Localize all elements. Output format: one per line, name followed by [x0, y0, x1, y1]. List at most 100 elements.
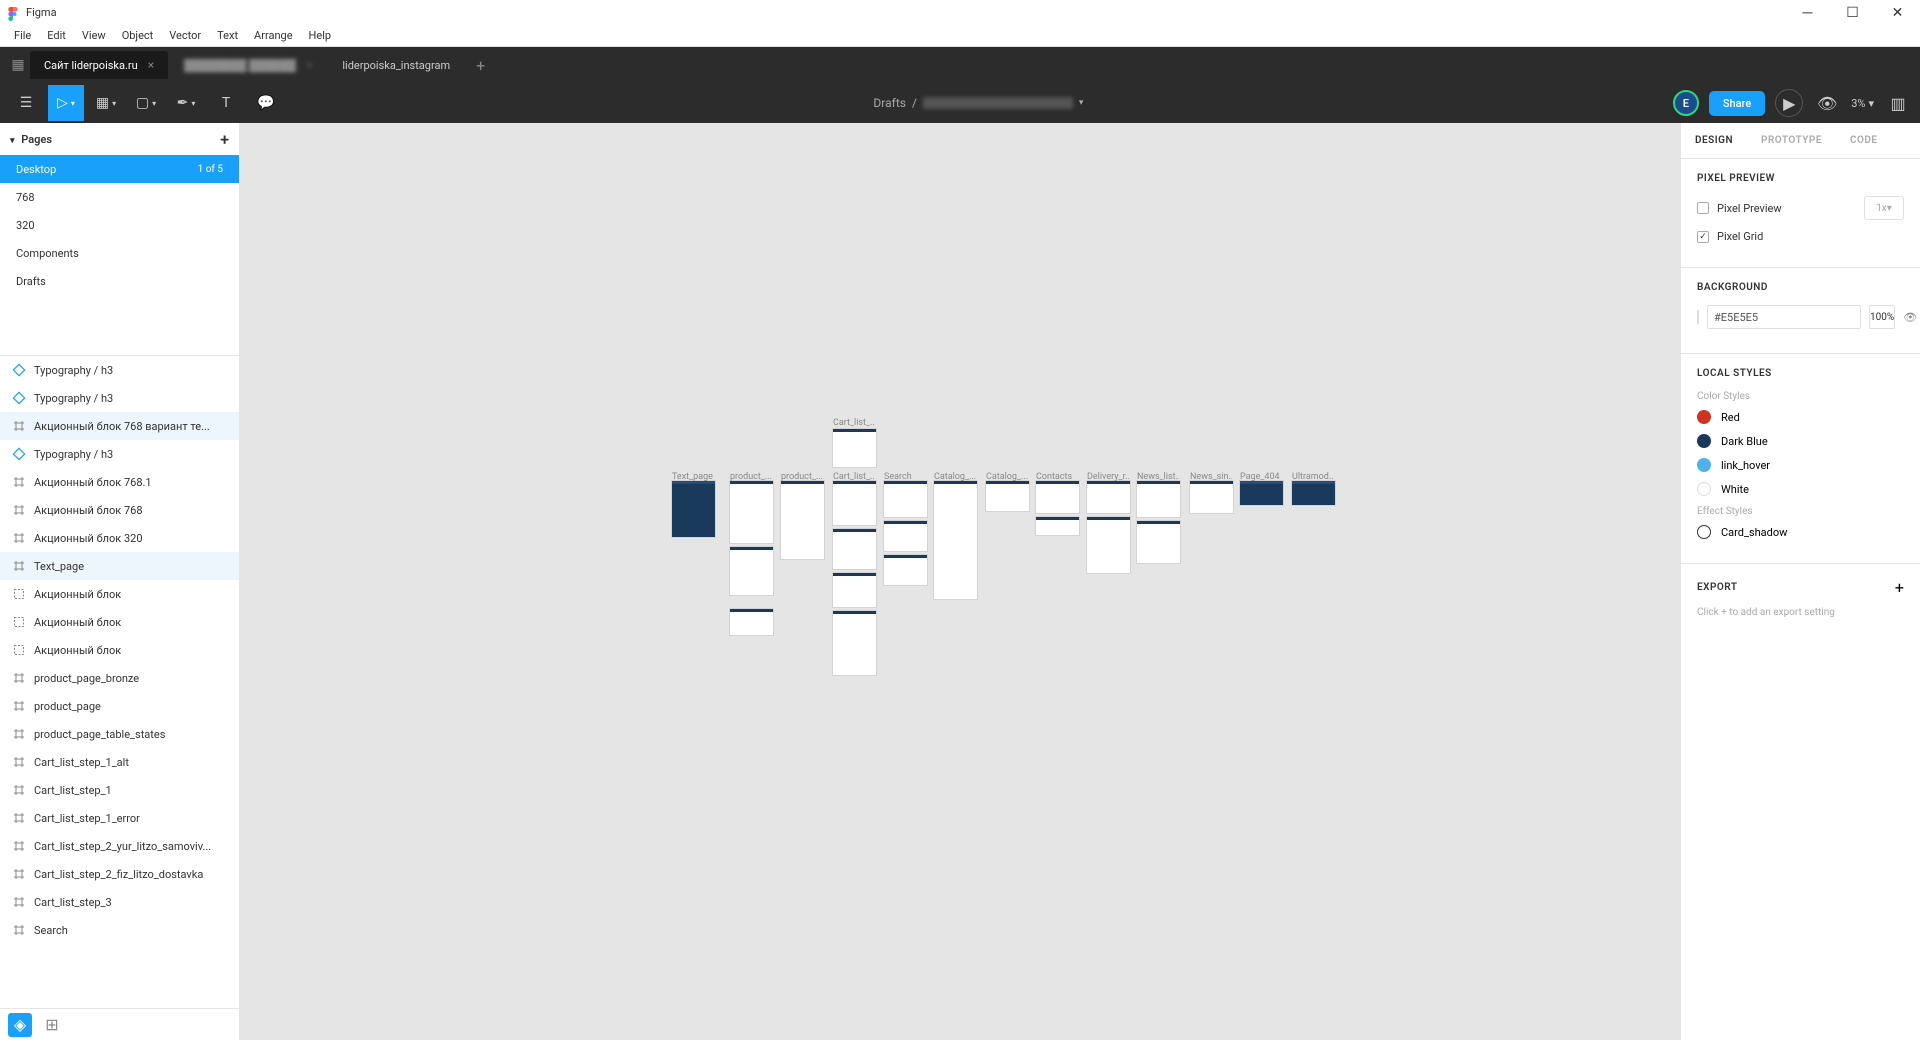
layer-item[interactable]: Акционный блок	[0, 636, 239, 664]
layer-item[interactable]: Cart_list_step_2_yur_litzo_samoviv...	[0, 832, 239, 860]
file-tab[interactable]: Сайт liderpoiska.ru×	[30, 51, 168, 79]
file-tab[interactable]: liderpoiska_instagram	[328, 51, 464, 79]
frame-tool-button[interactable]: ▦▾	[88, 85, 124, 121]
canvas-frame[interactable]	[884, 521, 927, 551]
layer-item[interactable]: Акционный блок 768	[0, 496, 239, 524]
inspector-tab-code[interactable]: CODE	[1836, 123, 1892, 158]
canvas-frame[interactable]	[1036, 517, 1079, 535]
page-item[interactable]: 320	[0, 211, 239, 239]
layer-item[interactable]: Акционный блок 320	[0, 524, 239, 552]
window-maximize-button[interactable]: ☐	[1830, 0, 1875, 25]
canvas-frame[interactable]	[730, 547, 773, 595]
canvas-frame[interactable]	[1240, 481, 1283, 505]
new-tab-button[interactable]: +	[466, 56, 495, 75]
page-item[interactable]: Components	[0, 239, 239, 267]
pixel-preview-checkbox[interactable]	[1697, 202, 1709, 214]
canvas-frame[interactable]	[1087, 517, 1130, 573]
effect-style-item[interactable]: Card_shadow	[1697, 525, 1904, 539]
layer-item[interactable]: Акционный блок	[0, 580, 239, 608]
canvas-frame[interactable]	[884, 481, 927, 517]
layer-item[interactable]: Акционный блок	[0, 608, 239, 636]
layer-item[interactable]: Typography / h3	[0, 384, 239, 412]
layer-item[interactable]: Cart_list_step_1	[0, 776, 239, 804]
user-avatar[interactable]: E	[1673, 90, 1699, 116]
canvas-frame[interactable]	[1036, 481, 1079, 513]
inspector-tab-prototype[interactable]: PROTOTYPE	[1747, 123, 1836, 158]
canvas-frame[interactable]	[884, 555, 927, 585]
color-style-item[interactable]: White	[1697, 482, 1904, 496]
close-tab-icon[interactable]: ×	[148, 58, 154, 72]
pixel-grid-checkbox[interactable]	[1697, 231, 1709, 243]
layer-item[interactable]: product_page_table_states	[0, 720, 239, 748]
menu-file[interactable]: File	[6, 29, 39, 42]
layer-item[interactable]: Акционный блок 768.1	[0, 468, 239, 496]
assets-tab-button[interactable]: ⊞	[40, 1013, 64, 1037]
add-export-button[interactable]: +	[1895, 578, 1904, 597]
menu-edit[interactable]: Edit	[39, 29, 74, 42]
menu-text[interactable]: Text	[209, 29, 246, 42]
layer-item[interactable]: Cart_list_step_1_error	[0, 804, 239, 832]
color-style-item[interactable]: link_hover	[1697, 458, 1904, 472]
canvas-frame[interactable]	[833, 573, 876, 607]
window-minimize-button[interactable]: ─	[1785, 0, 1830, 25]
layer-item[interactable]: Text_page	[0, 552, 239, 580]
canvas-frame[interactable]	[672, 481, 715, 537]
canvas-frame[interactable]	[833, 481, 876, 525]
view-settings-button[interactable]: 👁	[1813, 89, 1841, 117]
canvas-frame[interactable]	[1137, 481, 1180, 517]
add-page-button[interactable]: +	[220, 130, 229, 149]
color-style-item[interactable]: Dark Blue	[1697, 434, 1904, 448]
background-opacity[interactable]: 100%	[1869, 305, 1895, 329]
menu-vector[interactable]: Vector	[161, 29, 209, 42]
layer-item[interactable]: product_page	[0, 692, 239, 720]
canvas-frame[interactable]	[730, 481, 773, 543]
menu-object[interactable]: Object	[114, 29, 162, 42]
background-hex-input[interactable]	[1707, 305, 1861, 329]
canvas[interactable]: Cart_list_...Text_pageproduct_...product…	[240, 123, 1680, 1040]
layer-item[interactable]: Акционный блок 768 вариант те...	[0, 412, 239, 440]
page-item[interactable]: Drafts	[0, 267, 239, 295]
share-button[interactable]: Share	[1709, 91, 1765, 116]
menu-help[interactable]: Help	[301, 29, 340, 42]
canvas-frame[interactable]	[934, 481, 977, 599]
pixel-preview-scale[interactable]: 1x ▾	[1864, 196, 1904, 220]
layer-item[interactable]: Typography / h3	[0, 440, 239, 468]
window-close-button[interactable]: ✕	[1875, 0, 1920, 25]
comment-tool-button[interactable]: 💬	[248, 85, 284, 121]
move-tool-button[interactable]: ▷▾	[48, 85, 84, 121]
frame-label[interactable]: Cart_list_...	[833, 418, 875, 428]
canvas-frame[interactable]	[1137, 521, 1180, 563]
layer-item[interactable]: Typography / h3	[0, 356, 239, 384]
background-color-chip[interactable]	[1697, 310, 1699, 324]
present-button[interactable]: ▶	[1775, 89, 1803, 117]
layer-item[interactable]: Cart_list_step_3	[0, 888, 239, 916]
page-item[interactable]: Desktop1 of 5	[0, 155, 239, 183]
layer-item[interactable]: Search	[0, 916, 239, 944]
inspector-tab-design[interactable]: DESIGN	[1681, 123, 1747, 158]
color-style-item[interactable]: Red	[1697, 410, 1904, 424]
hamburger-menu-button[interactable]: ☰	[8, 85, 44, 121]
canvas-frame[interactable]	[1190, 481, 1233, 513]
canvas-frame[interactable]	[1087, 481, 1130, 513]
breadcrumb[interactable]: Drafts / ▾	[873, 96, 1083, 110]
menu-arrange[interactable]: Arrange	[246, 29, 300, 42]
canvas-frame[interactable]	[1292, 481, 1335, 505]
layers-tab-button[interactable]: ◈	[8, 1013, 32, 1037]
canvas-frame[interactable]	[781, 481, 824, 559]
pages-header[interactable]: ▾ Pages +	[0, 123, 239, 155]
canvas-frame[interactable]	[833, 529, 876, 569]
text-tool-button[interactable]: T	[208, 85, 244, 121]
canvas-frame[interactable]	[833, 611, 876, 675]
library-icon[interactable]: ▥	[1884, 89, 1912, 117]
canvas-frame[interactable]	[833, 429, 876, 467]
home-grid-icon[interactable]: ▦	[6, 57, 30, 73]
menu-view[interactable]: View	[74, 29, 114, 42]
layer-item[interactable]: Cart_list_step_2_fiz_litzo_dostavka	[0, 860, 239, 888]
file-tab[interactable]: ████████ ██████×	[170, 51, 326, 79]
layer-item[interactable]: product_page_bronze	[0, 664, 239, 692]
layer-item[interactable]: Cart_list_step_1_alt	[0, 748, 239, 776]
shape-tool-button[interactable]: ▢▾	[128, 85, 164, 121]
page-item[interactable]: 768	[0, 183, 239, 211]
visibility-toggle-icon[interactable]: 👁	[1903, 309, 1917, 325]
close-tab-icon[interactable]: ×	[306, 58, 312, 72]
